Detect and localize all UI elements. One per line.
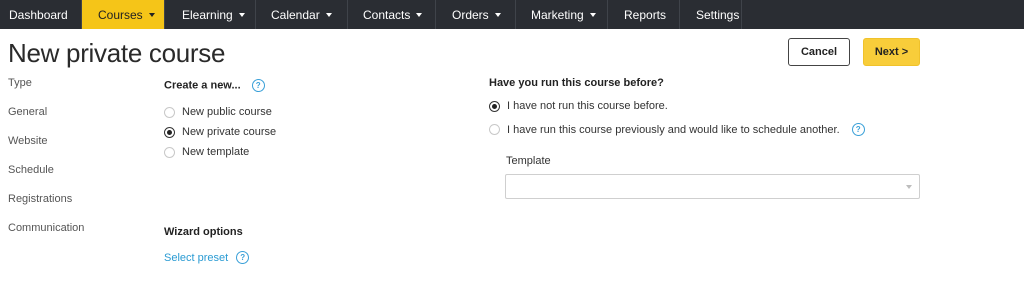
nav-label: Courses xyxy=(98,7,143,22)
nav-dashboard[interactable]: Dashboard xyxy=(0,0,82,29)
help-icon[interactable]: ? xyxy=(851,123,865,136)
create-heading: Create a new... ? xyxy=(164,79,265,92)
step-communication[interactable]: Communication xyxy=(8,222,84,251)
nav-reports[interactable]: Reports xyxy=(608,0,680,29)
page-title: New private course xyxy=(8,38,226,68)
nav-settings[interactable]: Settings xyxy=(680,0,742,29)
nav-orders[interactable]: Orders xyxy=(436,0,516,29)
chevron-down-icon xyxy=(906,185,912,189)
nav-label: Orders xyxy=(452,7,489,22)
radio-button[interactable] xyxy=(164,106,175,118)
template-label: Template xyxy=(506,155,551,167)
chevron-down-icon xyxy=(589,12,596,17)
radio-button-selected[interactable] xyxy=(164,126,175,138)
select-preset: Select preset ? xyxy=(164,251,250,264)
step-website[interactable]: Website xyxy=(8,135,84,164)
nav-label: Marketing xyxy=(531,7,584,22)
radio-button[interactable] xyxy=(489,124,500,135)
nav-marketing[interactable]: Marketing xyxy=(516,0,608,29)
run-before-heading: Have you run this course before? xyxy=(489,77,664,89)
help-icon[interactable]: ? xyxy=(236,251,250,264)
option-label: New public course xyxy=(182,106,272,118)
nav-calendar[interactable]: Calendar xyxy=(256,0,348,29)
option-not-run[interactable]: I have not run this course before. xyxy=(489,100,668,112)
option-label: New template xyxy=(182,146,250,158)
top-nav: Dashboard Courses Elearning Calendar Con… xyxy=(0,0,1024,29)
nav-contacts[interactable]: Contacts xyxy=(348,0,436,29)
nav-label: Elearning xyxy=(182,7,233,22)
chevron-down-icon xyxy=(494,12,501,17)
radio-button[interactable] xyxy=(164,146,175,158)
option-label: New private course xyxy=(182,126,277,138)
help-icon[interactable]: ? xyxy=(251,79,265,92)
wizard-options-heading: Wizard options xyxy=(164,226,243,238)
chevron-down-icon xyxy=(416,12,423,17)
wizard-steps: Type General Website Schedule Registrati… xyxy=(8,77,84,251)
option-label: I have run this course previously and wo… xyxy=(507,123,840,136)
nav-label: Dashboard xyxy=(9,7,68,22)
option-label: I have not run this course before. xyxy=(507,100,668,112)
option-public-course[interactable]: New public course xyxy=(164,106,272,118)
nav-label: Contacts xyxy=(363,7,411,22)
step-general[interactable]: General xyxy=(8,106,84,135)
next-button[interactable]: Next > xyxy=(863,38,920,66)
create-heading-label: Create a new... xyxy=(164,79,241,92)
nav-label: Reports xyxy=(624,7,667,22)
nav-label: Calendar xyxy=(271,7,320,22)
option-template[interactable]: New template xyxy=(164,146,249,158)
step-registrations[interactable]: Registrations xyxy=(8,193,84,222)
select-preset-link[interactable]: Select preset xyxy=(164,252,228,264)
chevron-down-icon xyxy=(325,12,332,17)
nav-label: Settings xyxy=(696,7,740,22)
nav-courses[interactable]: Courses xyxy=(82,0,165,29)
option-private-course[interactable]: New private course xyxy=(164,126,276,138)
chevron-down-icon xyxy=(148,12,155,17)
chevron-down-icon xyxy=(238,12,245,17)
nav-elearning[interactable]: Elearning xyxy=(165,0,256,29)
option-run-previously[interactable]: I have run this course previously and wo… xyxy=(489,123,865,136)
radio-button-selected[interactable] xyxy=(489,100,500,112)
cancel-button[interactable]: Cancel xyxy=(788,38,850,66)
step-schedule[interactable]: Schedule xyxy=(8,164,84,193)
template-select[interactable] xyxy=(505,174,920,199)
step-type[interactable]: Type xyxy=(8,77,84,106)
